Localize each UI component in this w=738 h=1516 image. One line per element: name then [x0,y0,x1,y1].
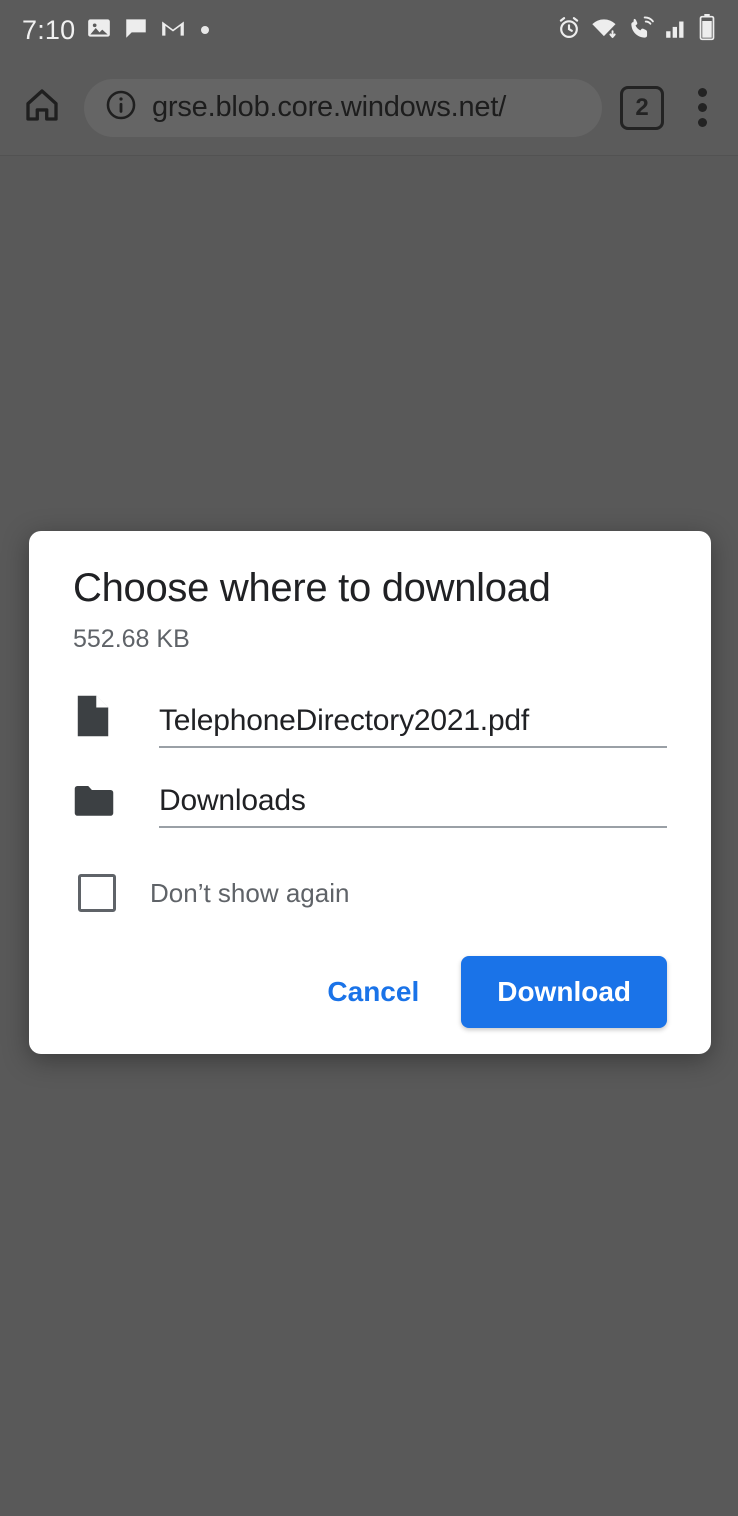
status-bar: 7:10 [0,0,738,60]
wifi-icon [591,15,619,46]
phone-screen: 7:10 grse.blob.core.windows.net/ 2 Choos… [0,0,738,1516]
gmail-icon [160,15,186,46]
dot-indicator-icon [201,26,210,34]
overflow-menu-button[interactable] [680,80,724,136]
overflow-menu-icon-dot2 [697,103,707,112]
document-icon [73,694,121,748]
folder-row: Downloads [73,782,667,828]
overflow-menu-icon-dot3 [697,118,707,127]
url-bar[interactable]: grse.blob.core.windows.net/ [84,78,602,137]
overflow-menu-icon [697,88,707,97]
status-bar-left: 7:10 [22,15,556,46]
vowifi-call-icon [628,15,656,46]
folder-input[interactable]: Downloads [159,784,667,828]
signal-bars-icon [665,15,689,46]
dont-show-again-label: Don’t show again [150,877,350,908]
alarm-icon [556,15,582,46]
url-text: grse.blob.core.windows.net/ [152,91,507,123]
dialog-title: Choose where to download [73,566,551,610]
filename-input[interactable]: TelephoneDirectory2021.pdf [159,704,667,748]
tab-switcher-button[interactable]: 2 [620,85,664,130]
folder-icon [73,782,121,828]
battery-icon [698,13,716,47]
file-size-label: 552.68 KB [73,625,190,653]
home-icon [21,84,63,131]
cancel-button[interactable]: Cancel [299,962,447,1022]
dont-show-again-row[interactable]: Don’t show again [73,874,667,912]
browser-toolbar: grse.blob.core.windows.net/ 2 [0,60,738,156]
info-circle-icon[interactable] [104,88,138,127]
dialog-button-row: Cancel Download [73,956,667,1028]
message-icon [123,15,149,46]
folder-value: Downloads [159,784,306,817]
filename-row: TelephoneDirectory2021.pdf [73,694,667,748]
download-dialog: Choose where to download 552.68 KB Telep… [29,531,711,1054]
photo-icon [86,15,112,46]
status-bar-right [556,13,716,47]
filename-value: TelephoneDirectory2021.pdf [159,704,530,737]
home-button[interactable] [14,80,70,136]
download-button[interactable]: Download [461,956,667,1028]
dont-show-again-checkbox[interactable] [78,874,116,912]
status-clock: 7:10 [22,14,76,45]
